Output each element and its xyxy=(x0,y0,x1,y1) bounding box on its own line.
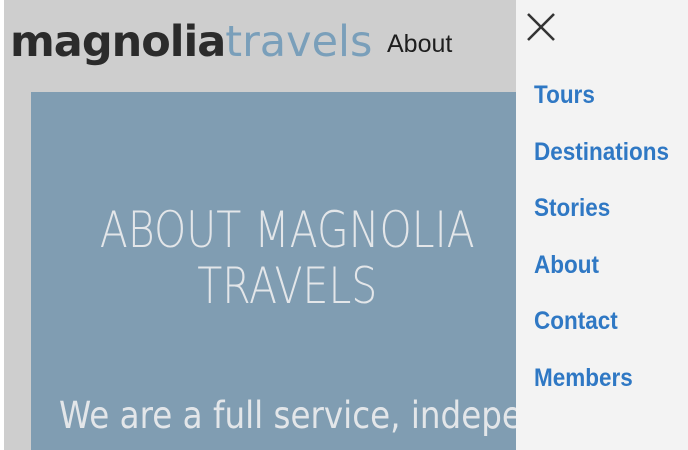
header-nav-about[interactable]: About xyxy=(387,30,452,59)
nav-drawer: Tours Destinations Stories About Contact… xyxy=(516,0,688,450)
close-button[interactable] xyxy=(524,10,558,44)
logo-text-travels: travels xyxy=(225,17,373,67)
site-logo[interactable]: magnolia travels xyxy=(10,10,372,74)
hero-intro-text: We are a full service, independent xyxy=(59,394,520,437)
hero-title: ABOUT MAGNOLIA TRAVELS xyxy=(99,201,475,315)
drawer-item-about[interactable]: About xyxy=(534,248,669,305)
close-icon xyxy=(527,13,555,41)
drawer-item-destinations[interactable]: Destinations xyxy=(534,135,669,192)
drawer-menu: Tours Destinations Stories About Contact… xyxy=(534,78,684,417)
drawer-item-members[interactable]: Members xyxy=(534,361,669,418)
drawer-item-contact[interactable]: Contact xyxy=(534,304,669,361)
logo-text-magnolia: magnolia xyxy=(10,17,226,67)
site-header: magnolia travels About xyxy=(0,0,520,92)
drawer-item-stories[interactable]: Stories xyxy=(534,191,669,248)
drawer-item-tours[interactable]: Tours xyxy=(534,78,669,135)
hero-section: ABOUT MAGNOLIA TRAVELS We are a full ser… xyxy=(31,92,520,450)
